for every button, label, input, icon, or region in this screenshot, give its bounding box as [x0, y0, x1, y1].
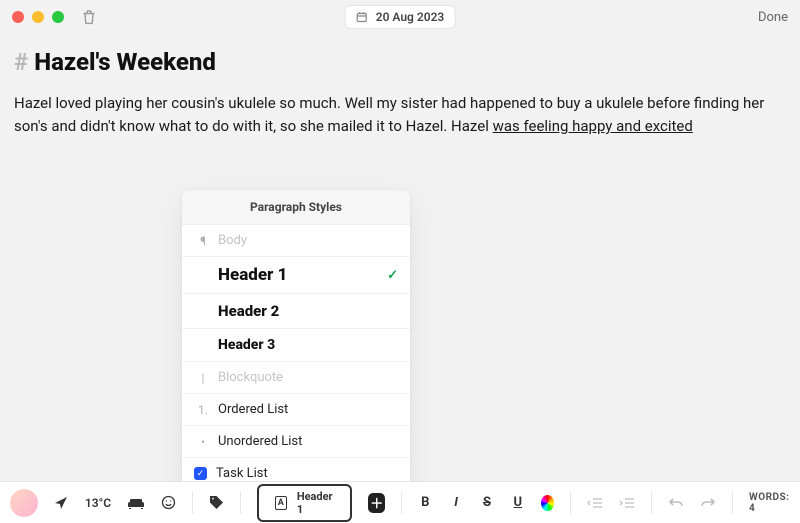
style-icon: •	[194, 435, 212, 449]
color-picker-icon[interactable]	[541, 495, 554, 511]
separator	[651, 492, 652, 514]
couch-icon[interactable]	[127, 497, 145, 509]
emoji-icon[interactable]	[161, 495, 176, 510]
window-titlebar: 20 Aug 2023 Done	[0, 0, 800, 34]
add-block-button[interactable]: ＋	[368, 493, 385, 513]
style-label: Ordered List	[218, 402, 398, 417]
bold-button[interactable]: B	[418, 495, 433, 510]
style-label: Header 1	[218, 265, 387, 285]
style-option-ordered-list[interactable]: 1. Ordered List	[182, 394, 410, 426]
style-option-header-1[interactable]: Header 1✓	[182, 257, 410, 294]
undo-button[interactable]	[668, 496, 684, 510]
strike-button[interactable]: S	[480, 495, 495, 510]
date-picker[interactable]: 20 Aug 2023	[345, 5, 456, 29]
done-button[interactable]: Done	[758, 10, 788, 25]
style-icon: 1.	[194, 403, 212, 417]
separator	[240, 492, 241, 514]
calendar-icon	[356, 11, 368, 23]
panel-title: Paragraph Styles	[182, 190, 410, 225]
bottom-toolbar: 13°C A Header 1 ＋ B I S U WORDS: 4	[0, 481, 800, 523]
zoom-window-button[interactable]	[52, 11, 64, 23]
location-icon[interactable]	[54, 496, 69, 510]
style-a-icon: A	[275, 496, 287, 510]
italic-button[interactable]: I	[449, 495, 464, 510]
underline-button[interactable]: U	[510, 495, 525, 510]
avatar[interactable]	[10, 489, 38, 517]
document-body[interactable]: Hazel loved playing her cousin's ukulele…	[14, 92, 784, 139]
document-title[interactable]: Hazel's Weekend	[34, 48, 216, 76]
tag-icon[interactable]	[209, 495, 224, 510]
date-text: 20 Aug 2023	[376, 10, 445, 24]
style-option-unordered-list[interactable]: • Unordered List	[182, 426, 410, 458]
style-selected-label: Header 1	[297, 490, 335, 516]
style-label: Header 3	[218, 337, 398, 353]
indent-button[interactable]	[619, 497, 635, 509]
outdent-button[interactable]	[587, 497, 603, 509]
paragraph-styles-panel: Paragraph Styles ¶BodyHeader 1✓Header 2H…	[182, 190, 410, 504]
style-label: Blockquote	[218, 370, 398, 385]
separator	[570, 492, 571, 514]
style-option-header-2[interactable]: Header 2	[182, 294, 410, 329]
style-label: Body	[218, 233, 398, 248]
style-label: Header 2	[218, 302, 398, 320]
trash-icon[interactable]	[82, 10, 96, 25]
separator	[401, 492, 402, 514]
heading-marker: #	[14, 48, 28, 76]
paragraph-style-button[interactable]: A Header 1	[257, 484, 353, 522]
task-checkbox-icon: ✓	[194, 467, 207, 480]
separator	[732, 492, 733, 514]
word-count[interactable]: WORDS: 4	[749, 492, 790, 514]
window-controls	[12, 11, 64, 23]
style-label: Unordered List	[218, 434, 398, 449]
style-icon: |	[194, 371, 212, 385]
weather-temp[interactable]: 13°C	[85, 496, 111, 510]
check-icon: ✓	[387, 268, 398, 283]
separator	[192, 492, 193, 514]
minimize-window-button[interactable]	[32, 11, 44, 23]
style-option-header-3[interactable]: Header 3	[182, 329, 410, 362]
redo-button[interactable]	[700, 496, 716, 510]
style-label: Task List	[216, 466, 398, 481]
document-title-row: # Hazel's Weekend	[14, 48, 786, 76]
style-icon: ¶	[194, 234, 212, 248]
style-option-blockquote[interactable]: | Blockquote	[182, 362, 410, 394]
editor-area[interactable]: # Hazel's Weekend Hazel loved playing he…	[0, 34, 800, 139]
style-option-body[interactable]: ¶ Body	[182, 225, 410, 257]
body-text-underlined: was feeling happy and excited	[493, 117, 693, 135]
close-window-button[interactable]	[12, 11, 24, 23]
